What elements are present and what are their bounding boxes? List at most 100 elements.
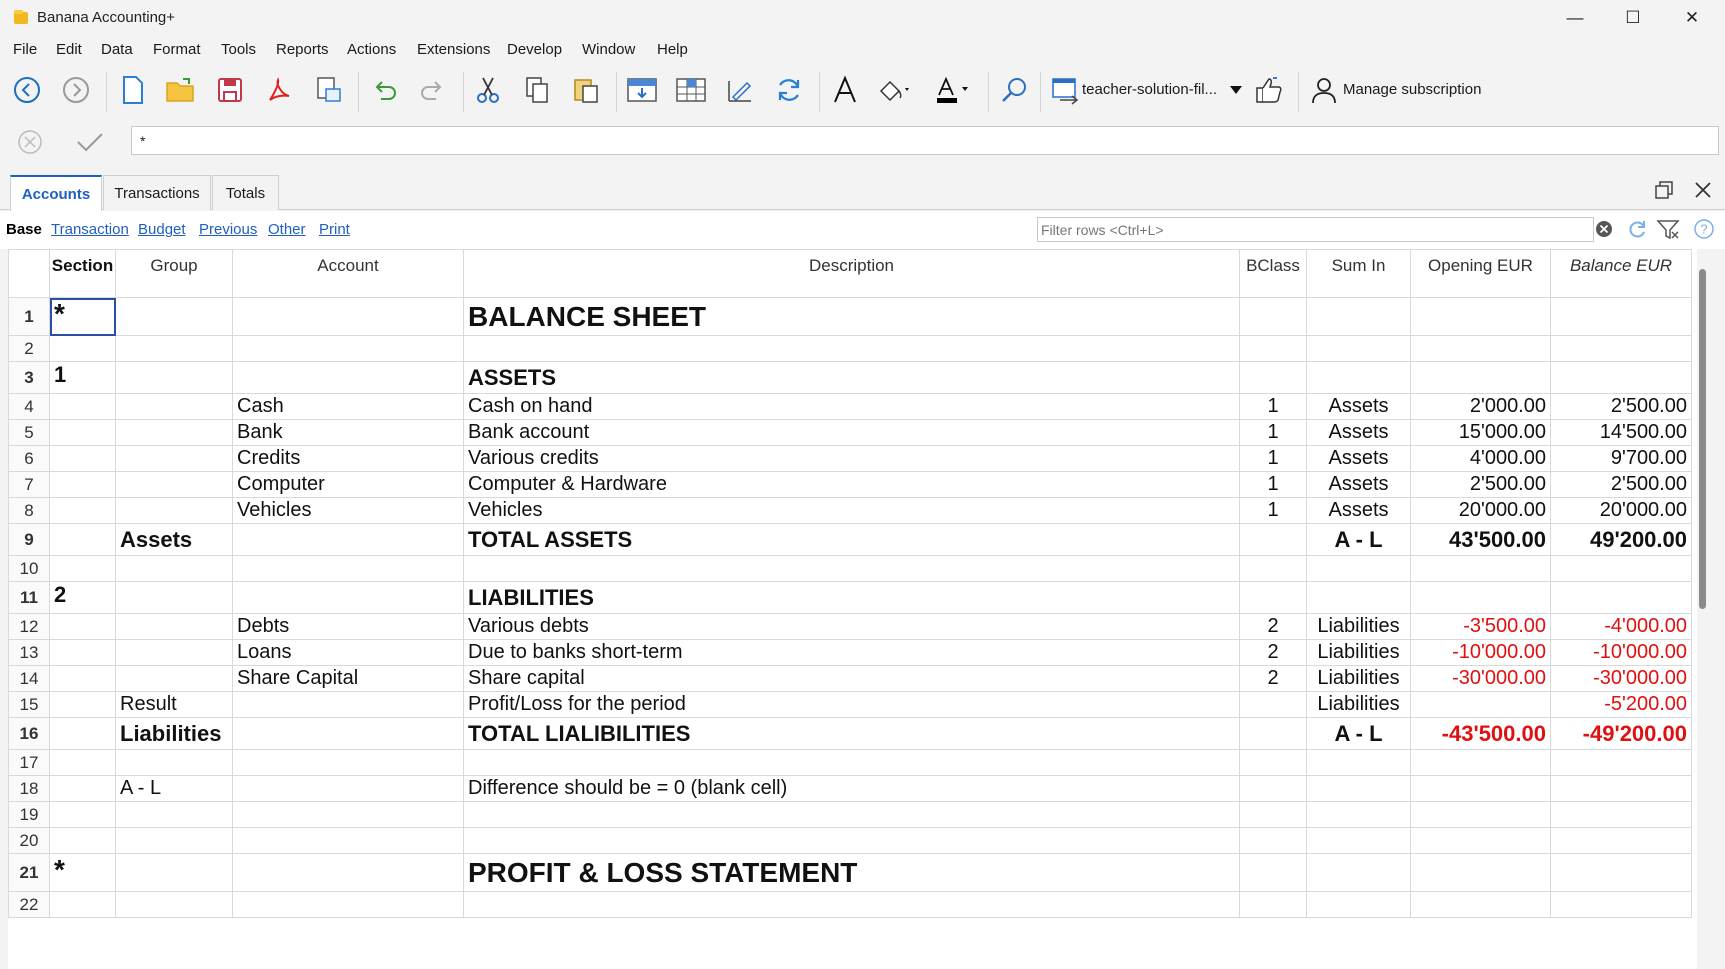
cell-balance[interactable]: 9'700.00: [1550, 445, 1692, 472]
row-number[interactable]: 21: [8, 853, 50, 892]
cell-opening[interactable]: -43'500.00: [1410, 717, 1551, 750]
cell-sumin[interactable]: [1306, 297, 1411, 336]
tab-transactions[interactable]: Transactions: [103, 175, 211, 210]
cell-account[interactable]: Share Capital: [232, 665, 464, 692]
format-edit-icon[interactable]: [722, 72, 758, 108]
cell-group[interactable]: [115, 891, 233, 918]
column-header-description[interactable]: Description: [463, 249, 1240, 298]
cell-account[interactable]: Loans: [232, 639, 464, 666]
cell-description[interactable]: Various credits: [463, 445, 1240, 472]
menu-format[interactable]: Format: [153, 41, 201, 58]
view-transaction[interactable]: Transaction: [51, 221, 129, 238]
cell-bclass[interactable]: 2: [1239, 639, 1307, 666]
cell-group[interactable]: [115, 297, 233, 336]
cell-opening[interactable]: [1410, 891, 1551, 918]
vertical-scrollbar[interactable]: [1697, 249, 1708, 969]
cell-bclass[interactable]: 2: [1239, 613, 1307, 640]
column-header-account[interactable]: Account: [232, 249, 464, 298]
cell-sumin[interactable]: [1306, 827, 1411, 854]
font-icon[interactable]: [827, 72, 863, 108]
cell-description[interactable]: Various debts: [463, 613, 1240, 640]
cell-bclass[interactable]: [1239, 361, 1307, 394]
new-file-icon[interactable]: [115, 72, 151, 108]
cell-balance[interactable]: [1550, 581, 1692, 614]
view-print[interactable]: Print: [319, 221, 350, 238]
cell-group[interactable]: [115, 749, 233, 776]
cell-bclass[interactable]: 1: [1239, 471, 1307, 498]
cell-opening[interactable]: [1410, 853, 1551, 892]
cell-bclass[interactable]: [1239, 891, 1307, 918]
current-file-label[interactable]: teacher-solution-fil...: [1082, 81, 1217, 98]
column-header-sum-in[interactable]: Sum In: [1306, 249, 1411, 298]
cell-description[interactable]: Cash on hand: [463, 393, 1240, 420]
cell-sumin[interactable]: [1306, 555, 1411, 582]
manage-subscription-link[interactable]: Manage subscription: [1343, 81, 1481, 98]
menu-data[interactable]: Data: [101, 41, 133, 58]
column-header-balance[interactable]: Balance EUR: [1550, 249, 1692, 298]
menu-actions[interactable]: Actions: [347, 41, 396, 58]
cell-group[interactable]: [115, 613, 233, 640]
cell-opening[interactable]: [1410, 297, 1551, 336]
cell-account[interactable]: [232, 853, 464, 892]
menu-reports[interactable]: Reports: [276, 41, 329, 58]
cell-sumin[interactable]: Assets: [1306, 419, 1411, 446]
cell-balance[interactable]: -30'000.00: [1550, 665, 1692, 692]
cell-group[interactable]: [115, 555, 233, 582]
cell-description[interactable]: Due to banks short-term: [463, 639, 1240, 666]
cell-account[interactable]: Cash: [232, 393, 464, 420]
cell-bclass[interactable]: [1239, 801, 1307, 828]
cell-description[interactable]: [463, 891, 1240, 918]
cell-account[interactable]: [232, 523, 464, 556]
cell-description[interactable]: Vehicles: [463, 497, 1240, 524]
copy-icon[interactable]: [519, 72, 555, 108]
cell-group[interactable]: [115, 471, 233, 498]
cell-section[interactable]: [49, 523, 116, 556]
cell-account[interactable]: [232, 581, 464, 614]
row-number[interactable]: 14: [8, 665, 50, 692]
cell-description[interactable]: PROFIT & LOSS STATEMENT: [463, 853, 1240, 892]
cell-description[interactable]: [463, 827, 1240, 854]
cell-sumin[interactable]: [1306, 361, 1411, 394]
cell-description[interactable]: Bank account: [463, 419, 1240, 446]
user-icon[interactable]: [1306, 72, 1342, 108]
cell-group[interactable]: A - L: [115, 775, 233, 802]
column-header-bclass[interactable]: BClass: [1239, 249, 1307, 298]
paste-icon[interactable]: [568, 72, 604, 108]
cell-description[interactable]: ASSETS: [463, 361, 1240, 394]
cell-bclass[interactable]: [1239, 555, 1307, 582]
cell-balance[interactable]: 20'000.00: [1550, 497, 1692, 524]
row-number[interactable]: 18: [8, 775, 50, 802]
cell-group[interactable]: [115, 827, 233, 854]
cell-group[interactable]: Assets: [115, 523, 233, 556]
cell-balance[interactable]: 14'500.00: [1550, 419, 1692, 446]
row-number[interactable]: 10: [8, 555, 50, 582]
cell-section[interactable]: [49, 775, 116, 802]
cell-sumin[interactable]: Liabilities: [1306, 665, 1411, 692]
cut-icon[interactable]: [470, 72, 506, 108]
cell-section[interactable]: [49, 445, 116, 472]
cell-account[interactable]: [232, 361, 464, 394]
cell-opening[interactable]: -30'000.00: [1410, 665, 1551, 692]
cell-balance[interactable]: -4'000.00: [1550, 613, 1692, 640]
undo-icon[interactable]: [366, 72, 402, 108]
cell-sumin[interactable]: Assets: [1306, 393, 1411, 420]
cell-bclass[interactable]: 1: [1239, 419, 1307, 446]
cell-sumin[interactable]: Assets: [1306, 471, 1411, 498]
tab-accounts[interactable]: Accounts: [10, 175, 102, 211]
cell-bclass[interactable]: [1239, 581, 1307, 614]
cell-section[interactable]: [49, 393, 116, 420]
cell-balance[interactable]: 2'500.00: [1550, 471, 1692, 498]
cell-balance[interactable]: [1550, 891, 1692, 918]
column-header-group[interactable]: Group: [115, 249, 233, 298]
cell-balance[interactable]: [1550, 775, 1692, 802]
cell-section[interactable]: [49, 749, 116, 776]
cell-section[interactable]: *: [49, 297, 116, 336]
minimize-button[interactable]: —: [1546, 0, 1604, 36]
cell-sumin[interactable]: [1306, 801, 1411, 828]
insert-rows-icon[interactable]: [624, 72, 660, 108]
cell-bclass[interactable]: 2: [1239, 665, 1307, 692]
cell-opening[interactable]: 20'000.00: [1410, 497, 1551, 524]
cell-account[interactable]: [232, 749, 464, 776]
cell-opening[interactable]: 43'500.00: [1410, 523, 1551, 556]
cell-sumin[interactable]: Liabilities: [1306, 613, 1411, 640]
